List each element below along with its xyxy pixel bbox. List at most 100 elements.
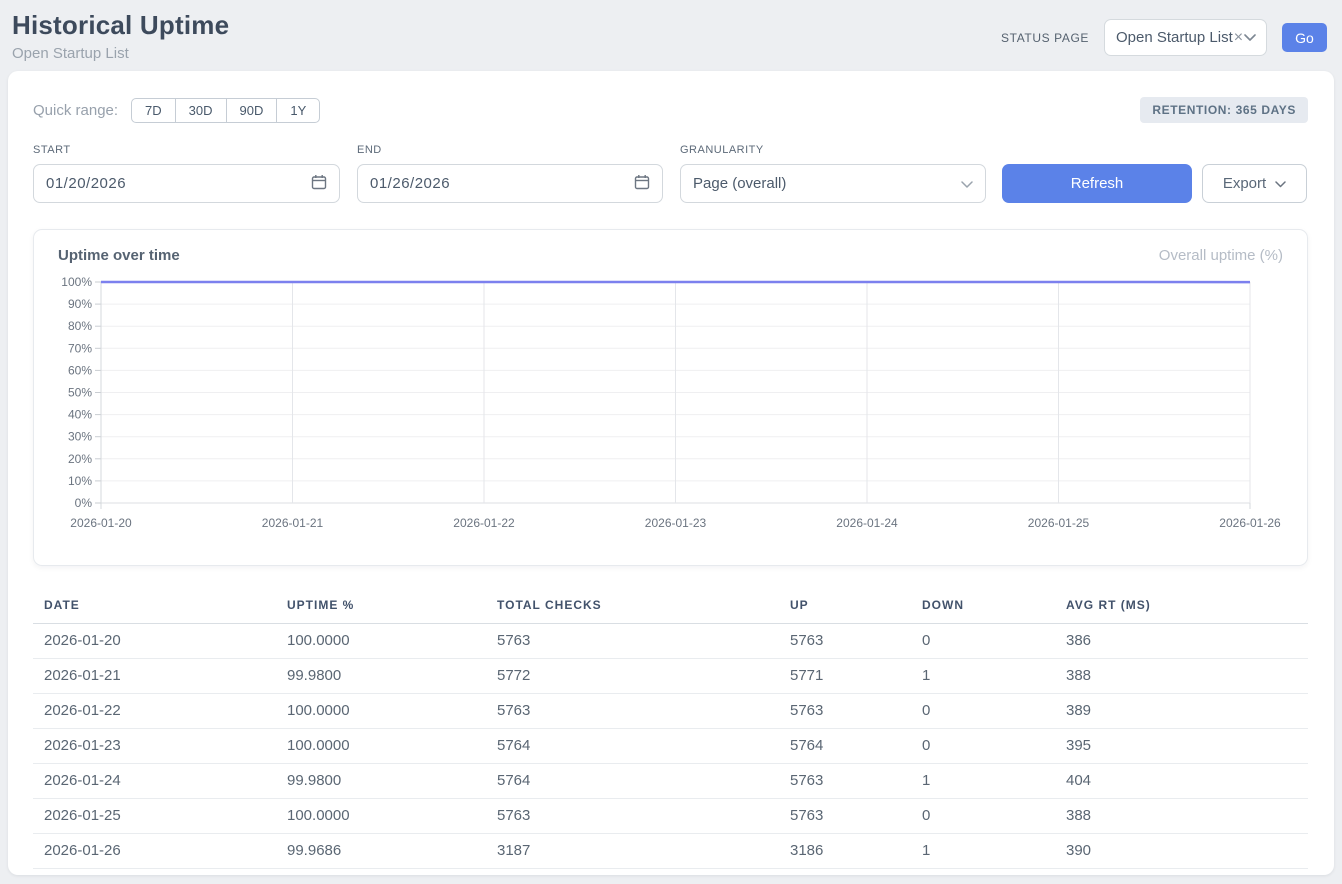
column-header-up: UP <box>779 593 911 624</box>
page-subtitle: Open Startup List <box>12 45 229 62</box>
svg-text:40%: 40% <box>68 408 92 422</box>
table-cell: 5772 <box>486 659 779 694</box>
go-button[interactable]: Go <box>1282 23 1327 52</box>
quick-range-1y[interactable]: 1Y <box>276 98 320 123</box>
start-date-value: 01/20/2026 <box>46 175 126 192</box>
refresh-button[interactable]: Refresh <box>1002 164 1192 203</box>
page-header: Historical Uptime Open Startup List STAT… <box>0 0 1342 71</box>
table-cell: 5763 <box>486 694 779 729</box>
table-row: 2026-01-20100.0000576357630386 <box>33 624 1308 659</box>
table-cell: 388 <box>1055 799 1308 834</box>
table-cell: 3187 <box>486 834 779 869</box>
svg-text:20%: 20% <box>68 452 92 466</box>
export-button[interactable]: Export <box>1202 164 1307 203</box>
granularity-label: GRANULARITY <box>680 144 986 156</box>
table-cell: 5763 <box>779 799 911 834</box>
table-cell: 100.0000 <box>276 799 486 834</box>
quick-range-row: Quick range: 7D 30D 90D 1Y RETENTION: 36… <box>33 97 1308 123</box>
status-page-select-value: Open Startup List <box>1116 29 1233 46</box>
page-title: Historical Uptime <box>12 10 229 41</box>
table-cell: 5764 <box>486 764 779 799</box>
svg-text:2026-01-24: 2026-01-24 <box>836 516 898 530</box>
column-header-uptime: UPTIME % <box>276 593 486 624</box>
table-row: 2026-01-2499.9800576457631404 <box>33 764 1308 799</box>
table-cell: 1 <box>911 764 1055 799</box>
quick-range-7d[interactable]: 7D <box>131 98 176 123</box>
start-date-input[interactable]: 01/20/2026 <box>33 164 340 203</box>
table-cell: 5763 <box>486 799 779 834</box>
calendar-icon[interactable] <box>311 174 327 194</box>
table-cell: 386 <box>1055 624 1308 659</box>
table-cell: 0 <box>911 729 1055 764</box>
table-cell: 99.9800 <box>276 764 486 799</box>
table-cell: 3186 <box>779 834 911 869</box>
chart-header: Uptime over time Overall uptime (%) <box>58 247 1283 264</box>
svg-text:50%: 50% <box>68 386 92 400</box>
chart-legend: Overall uptime (%) <box>1159 247 1283 264</box>
table-cell: 5763 <box>779 694 911 729</box>
title-block: Historical Uptime Open Startup List <box>12 10 229 62</box>
table-cell: 2026-01-25 <box>33 799 276 834</box>
chart-title: Uptime over time <box>58 247 180 264</box>
status-page-label: STATUS PAGE <box>1001 31 1089 45</box>
chart-card: Uptime over time Overall uptime (%) 0%10… <box>33 229 1308 566</box>
granularity-field: GRANULARITY Page (overall) <box>680 144 986 203</box>
table-cell: 390 <box>1055 834 1308 869</box>
column-header-avg-rt: AVG RT (MS) <box>1055 593 1308 624</box>
table-cell: 5764 <box>779 729 911 764</box>
svg-text:2026-01-22: 2026-01-22 <box>453 516 515 530</box>
quick-range-30d[interactable]: 30D <box>175 98 227 123</box>
chevron-down-icon <box>1244 34 1256 41</box>
svg-text:10%: 10% <box>68 474 92 488</box>
table-cell: 0 <box>911 799 1055 834</box>
header-right: STATUS PAGE Open Startup List × Go <box>1001 19 1327 56</box>
column-header-total-checks: TOTAL CHECKS <box>486 593 779 624</box>
granularity-select[interactable]: Page (overall) <box>680 164 986 203</box>
start-date-field: START 01/20/2026 <box>33 144 340 203</box>
retention-badge: RETENTION: 365 DAYS <box>1140 97 1308 123</box>
status-page-select[interactable]: Open Startup List × <box>1104 19 1267 56</box>
table-cell: 99.9686 <box>276 834 486 869</box>
main-panel: Quick range: 7D 30D 90D 1Y RETENTION: 36… <box>8 71 1334 875</box>
quick-range-group: 7D 30D 90D 1Y <box>131 98 320 123</box>
table-cell: 2026-01-23 <box>33 729 276 764</box>
table-header: DATE UPTIME % TOTAL CHECKS UP DOWN AVG R… <box>33 593 1308 624</box>
svg-text:2026-01-25: 2026-01-25 <box>1028 516 1090 530</box>
table-row: 2026-01-22100.0000576357630389 <box>33 694 1308 729</box>
start-date-label: START <box>33 144 340 156</box>
clear-icon[interactable]: × <box>1234 30 1243 46</box>
table-cell: 2026-01-24 <box>33 764 276 799</box>
table-cell: 1 <box>911 659 1055 694</box>
column-header-date: DATE <box>33 593 276 624</box>
quick-range-label: Quick range: <box>33 102 118 119</box>
table-cell: 5763 <box>779 764 911 799</box>
svg-text:80%: 80% <box>68 319 92 333</box>
end-date-field: END 01/26/2026 <box>357 144 663 203</box>
table-cell: 100.0000 <box>276 694 486 729</box>
svg-text:90%: 90% <box>68 297 92 311</box>
table-cell: 2026-01-20 <box>33 624 276 659</box>
granularity-value: Page (overall) <box>693 175 786 192</box>
table-row: 2026-01-2699.9686318731861390 <box>33 834 1308 869</box>
table-row: 2026-01-23100.0000576457640395 <box>33 729 1308 764</box>
quick-range-90d[interactable]: 90D <box>226 98 278 123</box>
uptime-chart: 0%10%20%30%40%50%60%70%80%90%100%2026-01… <box>58 270 1285 536</box>
table-body: 2026-01-20100.00005763576303862026-01-21… <box>33 624 1308 869</box>
table-cell: 5764 <box>486 729 779 764</box>
table-cell: 2026-01-22 <box>33 694 276 729</box>
table-cell: 388 <box>1055 659 1308 694</box>
svg-text:30%: 30% <box>68 430 92 444</box>
calendar-icon[interactable] <box>634 174 650 194</box>
end-date-input[interactable]: 01/26/2026 <box>357 164 663 203</box>
table-cell: 0 <box>911 624 1055 659</box>
table-cell: 1 <box>911 834 1055 869</box>
table-cell: 2026-01-26 <box>33 834 276 869</box>
table-cell: 5763 <box>486 624 779 659</box>
filter-fields-row: START 01/20/2026 END 01/26/2026 GRANULAR… <box>33 144 1308 203</box>
svg-text:2026-01-23: 2026-01-23 <box>645 516 707 530</box>
table-row: 2026-01-2199.9800577257711388 <box>33 659 1308 694</box>
table-cell: 100.0000 <box>276 729 486 764</box>
table-row: 2026-01-25100.0000576357630388 <box>33 799 1308 834</box>
uptime-table: DATE UPTIME % TOTAL CHECKS UP DOWN AVG R… <box>33 593 1308 869</box>
table-cell: 389 <box>1055 694 1308 729</box>
